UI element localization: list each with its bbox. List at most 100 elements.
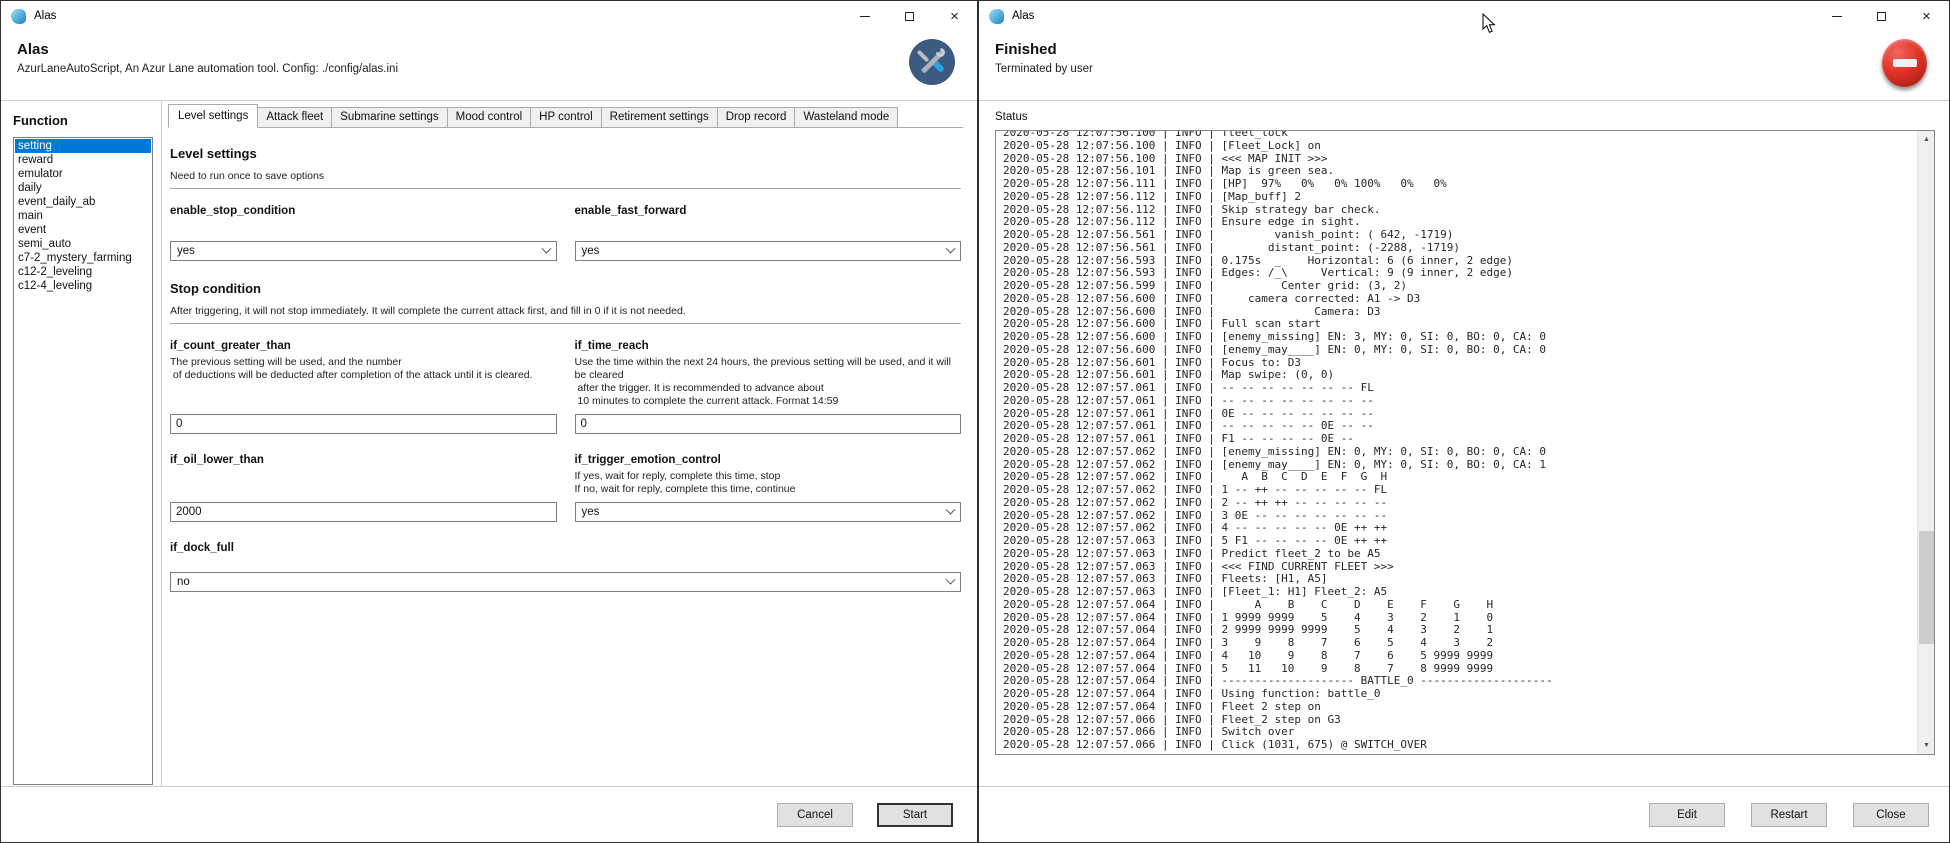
alas-settings-window: Alas × Alas AzurLaneAutoScript, An Azur … [0, 0, 978, 843]
titlebar[interactable]: Alas × [1, 1, 977, 31]
tab[interactable]: HP control [530, 107, 601, 127]
close-button[interactable]: × [932, 1, 977, 31]
titlebar[interactable]: Alas × [979, 1, 1949, 31]
field-label: if_oil_lower_than [170, 454, 557, 466]
if-oil-lower-than-input[interactable] [170, 502, 557, 522]
chevron-down-icon [946, 504, 956, 514]
maximize-button[interactable] [887, 1, 932, 31]
select-value: no [177, 576, 947, 588]
log-line: 2020-05-28 12:07:57.063 | INFO | 5 F1 --… [1003, 535, 1917, 548]
scrollbar-thumb[interactable] [1919, 531, 1934, 644]
section-title-level-settings: Level settings [170, 146, 961, 161]
log-line: 2020-05-28 12:07:56.112 | INFO | [Map_bu… [1003, 191, 1917, 204]
tab[interactable]: Wasteland mode [794, 107, 898, 127]
log-line: 2020-05-28 12:07:57.064 | INFO | Fleet 2… [1003, 701, 1917, 714]
window-header: Finished Terminated by user [979, 31, 1949, 101]
if-time-reach-input[interactable] [575, 414, 962, 434]
section-title-stop-condition: Stop condition [170, 281, 961, 296]
log-lines: 2020-05-28 12:07:56.100 | INFO | fleet_l… [996, 130, 1917, 754]
status-label: Status [995, 111, 1935, 123]
field-label: enable_stop_condition [170, 205, 557, 217]
cancel-button[interactable]: Cancel [777, 803, 853, 827]
function-list-item[interactable]: semi_auto [15, 237, 151, 251]
tab-content: Level settings Need to run once to save … [162, 128, 963, 612]
field-enable-fast-forward: enable_fast_forward yes [575, 205, 962, 261]
function-list-item[interactable]: event_daily_ab [15, 195, 151, 209]
tab[interactable]: Retirement settings [601, 107, 718, 127]
divider [170, 188, 961, 189]
field-if-dock-full: if_dock_full no [170, 542, 961, 592]
no-entry-stop-icon [1882, 39, 1927, 87]
section-desc-level-settings: Need to run once to save options [170, 170, 961, 182]
tab[interactable]: Submarine settings [331, 107, 447, 127]
alas-app-icon [989, 9, 1004, 24]
field-if-trigger-emotion-control: if_trigger_emotion_control If yes, wait … [575, 454, 962, 522]
log-scrollbar[interactable]: ▲ ▼ [1917, 131, 1934, 754]
log-line: 2020-05-28 12:07:56.561 | INFO | distant… [1003, 242, 1917, 255]
minimize-button[interactable] [1814, 1, 1859, 31]
window-title: Alas [1012, 10, 1034, 22]
log-line: 2020-05-28 12:07:56.599 | INFO | Center … [1003, 280, 1917, 293]
tab[interactable]: Mood control [447, 107, 531, 127]
field-enable-stop-condition: enable_stop_condition yes [170, 205, 557, 261]
alas-status-window: Alas × Finished Terminated by user Statu… [978, 0, 1950, 843]
select-value: yes [177, 245, 543, 257]
log-panel[interactable]: 2020-05-28 12:07:56.100 | INFO | fleet_l… [995, 130, 1935, 755]
field-help: Use the time within the next 24 hours, t… [575, 356, 962, 408]
chevron-down-icon [946, 574, 956, 584]
if-count-greater-than-input[interactable] [170, 414, 557, 434]
log-line: 2020-05-28 12:07:57.066 | INFO | Click (… [1003, 739, 1917, 752]
start-button[interactable]: Start [877, 803, 953, 827]
restart-button[interactable]: Restart [1751, 803, 1827, 827]
tab[interactable]: Level settings [168, 104, 258, 128]
function-listbox[interactable]: settingrewardemulatordailyevent_daily_ab… [13, 137, 153, 785]
minimize-button[interactable] [842, 1, 887, 31]
field-help: The previous setting will be used, and t… [170, 356, 557, 382]
scroll-down-button[interactable]: ▼ [1918, 737, 1935, 754]
edit-button[interactable]: Edit [1649, 803, 1725, 827]
select-value: yes [582, 506, 948, 518]
log-line: 2020-05-28 12:07:57.062 | INFO | 2 -- ++… [1003, 497, 1917, 510]
close-window-button[interactable]: Close [1853, 803, 1929, 827]
function-list-item[interactable]: daily [15, 181, 151, 195]
log-line: 2020-05-28 12:07:57.061 | INFO | F1 -- -… [1003, 433, 1917, 446]
window-header: Alas AzurLaneAutoScript, An Azur Lane au… [1, 31, 977, 101]
tab[interactable]: Drop record [717, 107, 796, 127]
function-list-item[interactable]: event [15, 223, 151, 237]
field-if-count-greater-than: if_count_greater_than The previous setti… [170, 340, 557, 434]
wrench-screwdriver-icon [909, 39, 955, 85]
enable-stop-condition-select[interactable]: yes [170, 241, 557, 261]
enable-fast-forward-select[interactable]: yes [575, 241, 962, 261]
log-line: 2020-05-28 12:07:57.063 | INFO | [Fleet_… [1003, 586, 1917, 599]
maximize-button[interactable] [1859, 1, 1904, 31]
log-line: 2020-05-28 12:07:56.600 | INFO | camera … [1003, 293, 1917, 306]
scroll-up-button[interactable]: ▲ [1918, 131, 1935, 148]
log-line: 2020-05-28 12:07:57.064 | INFO | Using f… [1003, 688, 1917, 701]
log-line: 2020-05-28 12:07:57.063 | INFO | Predict… [1003, 548, 1917, 561]
log-line: 2020-05-28 12:07:56.600 | INFO | [enemy_… [1003, 344, 1917, 357]
sidebar: Function settingrewardemulatordailyevent… [1, 101, 161, 786]
field-if-time-reach: if_time_reach Use the time within the ne… [575, 340, 962, 434]
log-line: 2020-05-28 12:07:57.062 | INFO | 1 -- ++… [1003, 484, 1917, 497]
window-controls: × [842, 1, 977, 31]
page-subtitle: AzurLaneAutoScript, An Azur Lane automat… [17, 63, 398, 75]
window-controls: × [1814, 1, 1949, 31]
alas-app-icon [11, 9, 26, 24]
close-button[interactable]: × [1904, 1, 1949, 31]
log-line: 2020-05-28 12:07:57.061 | INFO | -- -- -… [1003, 382, 1917, 395]
function-list-item[interactable]: emulator [15, 167, 151, 181]
function-list-item[interactable]: c7-2_mystery_farming [15, 251, 151, 265]
function-list-item[interactable]: c12-4_leveling [15, 279, 151, 293]
if-trigger-emotion-control-select[interactable]: yes [575, 502, 962, 522]
section-desc-stop-condition: After triggering, it will not stop immed… [170, 305, 961, 317]
function-list-item[interactable]: reward [15, 153, 151, 167]
field-label: if_count_greater_than [170, 340, 557, 352]
log-line: 2020-05-28 12:07:56.600 | INFO | [enemy_… [1003, 331, 1917, 344]
function-list-item[interactable]: c12-2_leveling [15, 265, 151, 279]
log-line: 2020-05-28 12:07:57.062 | INFO | [enemy_… [1003, 446, 1917, 459]
function-list-item[interactable]: setting [15, 139, 151, 153]
if-dock-full-select[interactable]: no [170, 572, 961, 592]
settings-body: Function settingrewardemulatordailyevent… [1, 101, 977, 786]
function-list-item[interactable]: main [15, 209, 151, 223]
tab[interactable]: Attack fleet [257, 107, 332, 127]
